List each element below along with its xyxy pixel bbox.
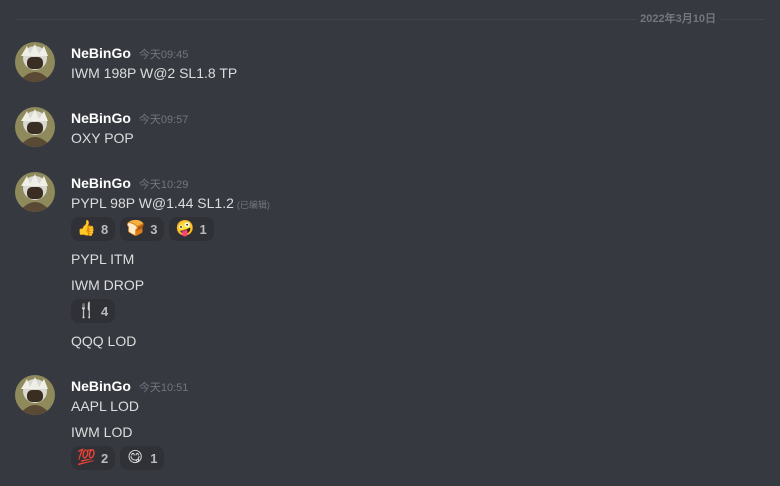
message-body: PYPL 98P W@1.44 SL1.2 <box>71 195 234 211</box>
message-text: IWM 198P W@2 SL1.8 TP <box>71 65 238 81</box>
message-header: NeBinGo 今天09:45 <box>71 44 188 62</box>
reaction-count: 1 <box>199 221 207 237</box>
yum-face-emoji: 😋 <box>127 449 144 466</box>
reaction-bar: 👍 8 🍞 3 🤪 1 <box>71 217 214 241</box>
reaction-thumbs-up[interactable]: 👍 8 <box>71 217 116 241</box>
avatar[interactable] <box>15 375 55 415</box>
reaction-bread[interactable]: 🍞 3 <box>120 217 165 241</box>
reaction-count: 3 <box>150 221 158 237</box>
avatar-image <box>15 107 55 147</box>
avatar-image <box>15 172 55 212</box>
message-text: OXY POP <box>71 130 134 146</box>
avatar[interactable] <box>15 107 55 147</box>
message-text: AAPL LOD <box>71 398 139 414</box>
timestamp: 今天10:29 <box>138 179 189 191</box>
reaction-hundred-points[interactable]: 💯 2 <box>71 446 116 470</box>
avatar-image <box>15 375 55 415</box>
message-header: NeBinGo 今天10:29 <box>71 174 188 192</box>
fork-knife-emoji: 🍴 <box>77 302 96 319</box>
username[interactable]: NeBinGo <box>71 175 131 191</box>
edited-label: (已编辑) <box>236 200 270 210</box>
username[interactable]: NeBinGo <box>71 45 131 61</box>
reaction-bar: 💯 2 😋 1 <box>71 446 165 470</box>
zany-face-emoji: 🤪 <box>175 220 195 237</box>
reaction-fork-knife[interactable]: 🍴 4 <box>71 299 116 323</box>
timestamp: 今天09:57 <box>138 114 189 126</box>
message-header: NeBinGo 今天09:57 <box>71 109 188 127</box>
reaction-count: 8 <box>101 221 109 237</box>
timestamp: 今天10:51 <box>138 382 189 394</box>
divider-date: 2022年3月10日 <box>636 12 720 26</box>
reaction-count: 4 <box>101 303 109 319</box>
message-text: PYPL 98P W@1.44 SL1.2 (已编辑) <box>71 194 270 214</box>
message-text: QQQ LOD <box>71 333 137 349</box>
message-text: PYPL ITM <box>71 251 135 267</box>
message-header: NeBinGo 今天10:51 <box>71 377 188 395</box>
avatar-image <box>15 42 55 82</box>
message-text: IWM DROP <box>71 277 145 293</box>
reaction-count: 2 <box>101 450 109 466</box>
reaction-bar: 🍴 4 <box>71 299 116 323</box>
timestamp: 今天09:45 <box>138 49 189 61</box>
username[interactable]: NeBinGo <box>71 378 131 394</box>
reaction-count: 1 <box>150 450 158 466</box>
avatar[interactable] <box>15 42 55 82</box>
avatar[interactable] <box>15 172 55 212</box>
thumbs-up-emoji: 👍 <box>77 220 96 237</box>
hundred-points-emoji: 💯 <box>77 449 96 466</box>
username[interactable]: NeBinGo <box>71 110 131 126</box>
reaction-yum-face[interactable]: 😋 1 <box>120 446 165 470</box>
reaction-zany-face[interactable]: 🤪 1 <box>169 217 214 241</box>
message-text: IWM LOD <box>71 424 133 440</box>
bread-emoji: 🍞 <box>126 220 145 237</box>
